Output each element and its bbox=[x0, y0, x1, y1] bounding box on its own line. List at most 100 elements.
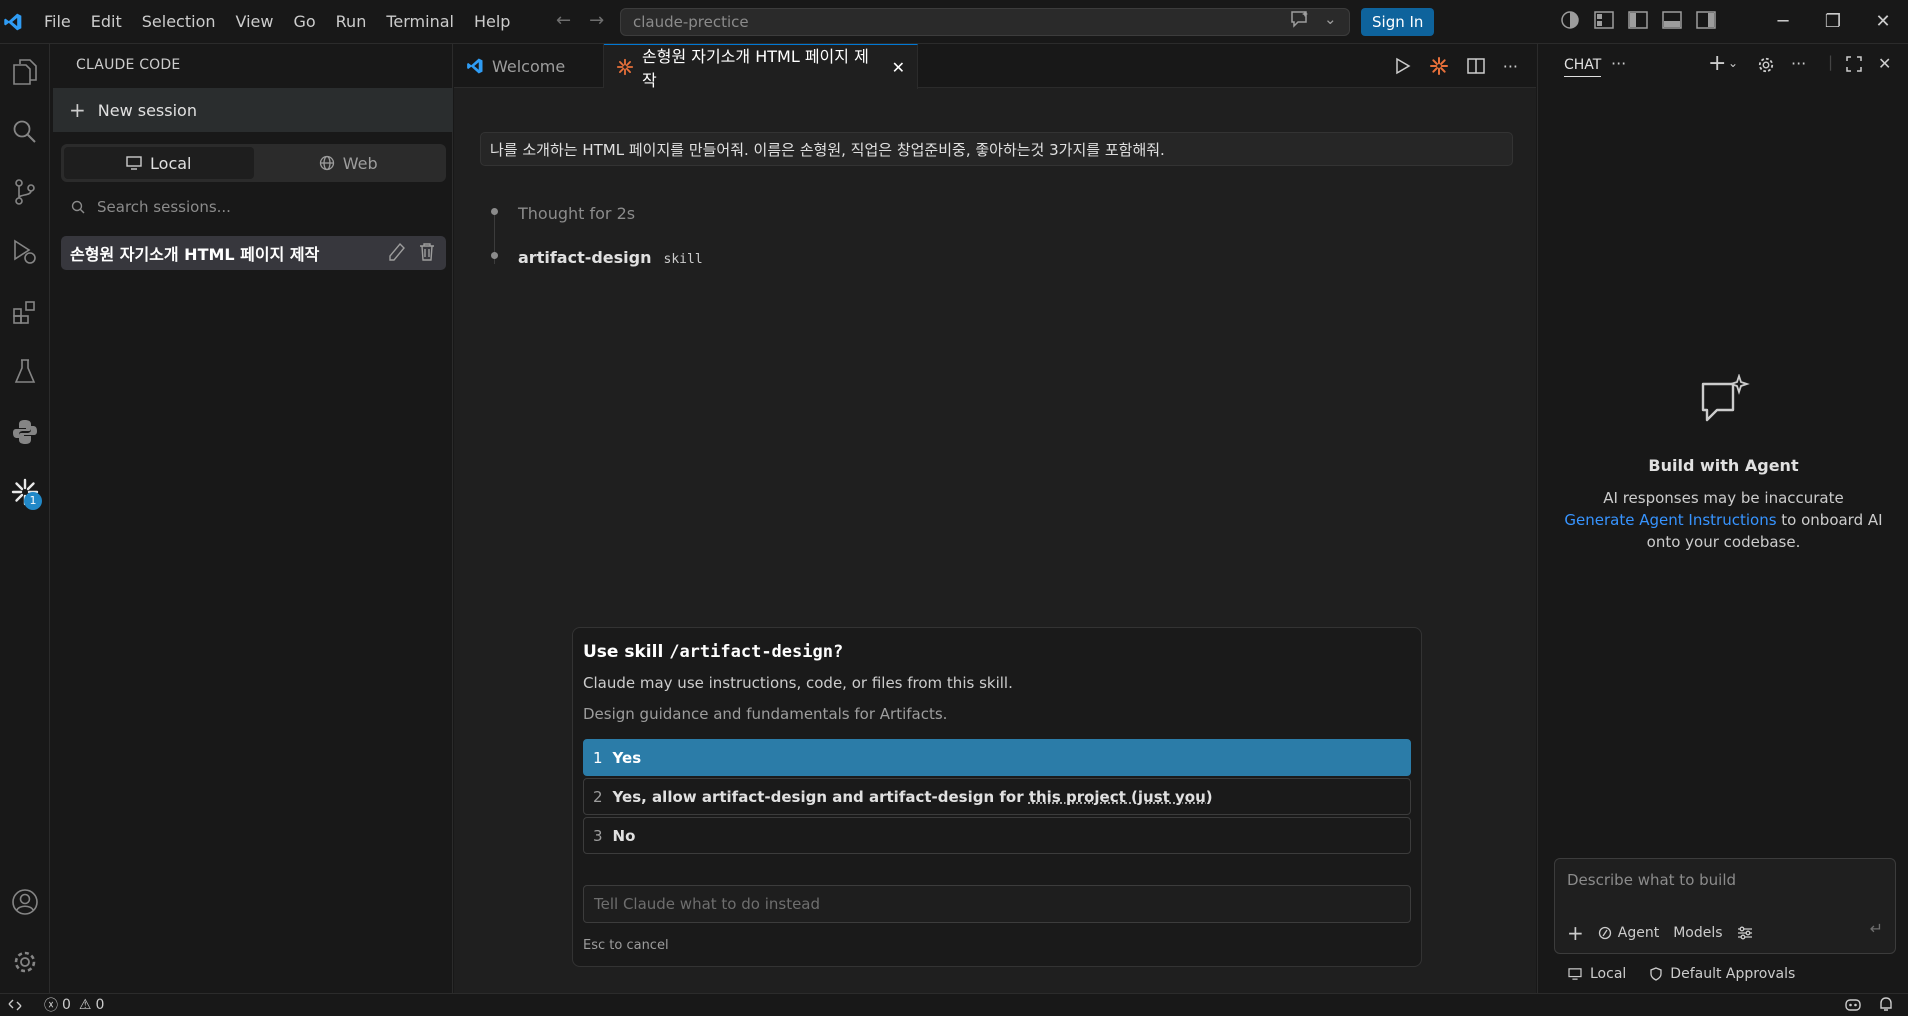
tab-welcome[interactable]: Welcome bbox=[454, 44, 604, 88]
option-label: Yes bbox=[612, 748, 642, 767]
minimize-icon[interactable]: ─ bbox=[1758, 0, 1808, 44]
copilot-chat-icon[interactable] bbox=[1290, 10, 1310, 28]
notifications-bell-icon[interactable] bbox=[1878, 996, 1894, 1012]
menu-run[interactable]: Run bbox=[326, 12, 377, 31]
chevron-down-icon[interactable]: ⌄ bbox=[1324, 10, 1337, 28]
rename-pencil-icon[interactable] bbox=[388, 242, 406, 262]
toggle-primary-sidebar-icon[interactable] bbox=[1628, 10, 1648, 30]
chat-onboard-text-2: onto your codebase. bbox=[1646, 533, 1801, 551]
editor-actions: ··· bbox=[1395, 56, 1518, 76]
chat-input-box[interactable]: Describe what to build + Agent Models ↵ bbox=[1554, 858, 1896, 954]
accounts-icon[interactable] bbox=[0, 878, 50, 926]
notification-badge: 1 bbox=[24, 492, 42, 510]
settings-gear-icon[interactable] bbox=[0, 938, 50, 986]
menu-help[interactable]: Help bbox=[464, 12, 520, 31]
option-number: 2 bbox=[593, 787, 603, 806]
generate-instructions-link[interactable]: Generate Agent Instructions bbox=[1564, 511, 1776, 529]
local-toggle-label: Local bbox=[150, 153, 192, 173]
claude-code-icon[interactable]: 1 bbox=[0, 468, 50, 516]
chat-onboard-text: to onboard AI bbox=[1776, 511, 1883, 529]
close-tab-icon[interactable]: ✕ bbox=[892, 58, 905, 77]
run-play-icon[interactable] bbox=[1395, 57, 1411, 75]
delete-trash-icon[interactable] bbox=[418, 242, 436, 262]
back-arrow-icon[interactable]: ← bbox=[556, 10, 571, 31]
timeline-dot bbox=[491, 208, 498, 215]
chat-settings-gear-icon[interactable] bbox=[1757, 56, 1775, 74]
explorer-icon[interactable] bbox=[0, 48, 50, 96]
tab-claude-session[interactable]: 손형원 자기소개 HTML 페이지 제작 ✕ bbox=[604, 44, 918, 90]
default-approvals-button[interactable]: Default Approvals bbox=[1650, 966, 1795, 982]
agent-mode-button[interactable]: Agent bbox=[1598, 925, 1659, 941]
search-sessions-placeholder: Search sessions... bbox=[97, 198, 231, 216]
toggle-secondary-sidebar-icon[interactable] bbox=[1696, 10, 1716, 30]
forward-arrow-icon[interactable]: → bbox=[589, 10, 604, 31]
chat-empty-state: Build with Agent AI responses may be ina… bbox=[1538, 374, 1908, 553]
send-enter-icon[interactable]: ↵ bbox=[1870, 919, 1883, 938]
extensions-icon[interactable] bbox=[0, 288, 50, 336]
accounts-copilot-icon[interactable] bbox=[1560, 10, 1580, 30]
option-no[interactable]: 3 No bbox=[583, 817, 1411, 854]
option-yes[interactable]: 1 Yes bbox=[583, 739, 1411, 776]
run-debug-icon[interactable] bbox=[0, 228, 50, 276]
option-allow-project[interactable]: 2 Yes, allow artifact-design and artifac… bbox=[583, 778, 1411, 815]
skill-tag: skill bbox=[663, 252, 703, 267]
restore-icon[interactable]: ❐ bbox=[1808, 0, 1858, 44]
chat-local-button[interactable]: Local bbox=[1568, 966, 1626, 982]
thought-status[interactable]: Thought for 2s bbox=[518, 204, 635, 223]
session-list-item[interactable]: 손형원 자기소개 HTML 페이지 제작 bbox=[61, 236, 446, 270]
chat-footer: Local Default Approvals bbox=[1568, 966, 1795, 982]
chat-panel: CHAT ··· + ⌄ ··· | ✕ Build with Agent AI… bbox=[1537, 44, 1908, 993]
menu-selection[interactable]: Selection bbox=[132, 12, 226, 31]
claude-spark-icon[interactable] bbox=[1429, 56, 1449, 76]
alternative-instruction-input[interactable]: Tell Claude what to do instead bbox=[583, 885, 1411, 923]
add-context-plus-icon[interactable]: + bbox=[1567, 921, 1584, 945]
globe-icon bbox=[319, 155, 335, 171]
dialog-title-skill: /artifact-design? bbox=[669, 642, 844, 662]
sidebar-title: CLAUDE CODE bbox=[76, 57, 181, 73]
warning-icon: ⚠ bbox=[78, 997, 92, 1013]
menu-terminal[interactable]: Terminal bbox=[376, 12, 464, 31]
tab-chat[interactable]: CHAT bbox=[1564, 57, 1602, 77]
more-actions-icon[interactable]: ··· bbox=[1503, 57, 1518, 76]
maximize-icon[interactable] bbox=[1846, 56, 1862, 72]
chat-overflow-icon[interactable]: ··· bbox=[1791, 54, 1806, 73]
search-icon[interactable] bbox=[0, 108, 50, 156]
search-icon bbox=[71, 200, 85, 214]
python-icon[interactable] bbox=[0, 408, 50, 456]
new-chat-plus-icon[interactable]: + bbox=[1708, 51, 1726, 76]
skill-name: artifact-design bbox=[518, 248, 652, 267]
testing-flask-icon[interactable] bbox=[0, 348, 50, 396]
local-toggle-button[interactable]: Local bbox=[64, 147, 254, 179]
error-count: 0 bbox=[62, 997, 71, 1013]
chat-header: CHAT ··· + ⌄ ··· | ✕ bbox=[1538, 44, 1908, 88]
remote-icon[interactable] bbox=[8, 998, 22, 1012]
monitor-icon bbox=[126, 156, 142, 170]
menu-file[interactable]: File bbox=[34, 12, 81, 31]
menu-view[interactable]: View bbox=[226, 12, 284, 31]
web-toggle-button[interactable]: Web bbox=[254, 147, 444, 179]
toggle-panel-icon[interactable] bbox=[1662, 10, 1682, 30]
problems-status[interactable]: ⓧ 0 ⚠ 0 bbox=[44, 995, 104, 1015]
copilot-status-icon[interactable] bbox=[1844, 996, 1862, 1012]
new-session-button[interactable]: + New session bbox=[53, 88, 453, 132]
command-center-input[interactable]: claude-prectice bbox=[620, 8, 1350, 36]
status-bar: ⓧ 0 ⚠ 0 bbox=[0, 993, 1908, 1016]
sign-in-button[interactable]: Sign In bbox=[1361, 8, 1435, 36]
menu-edit[interactable]: Edit bbox=[81, 12, 132, 31]
split-editor-icon[interactable] bbox=[1466, 58, 1485, 74]
source-control-icon[interactable] bbox=[0, 168, 50, 216]
menu-go[interactable]: Go bbox=[283, 12, 325, 31]
esc-hint: Esc to cancel bbox=[583, 938, 669, 953]
chevron-down-icon[interactable]: ⌄ bbox=[1728, 56, 1738, 70]
customize-layout-icon[interactable] bbox=[1594, 10, 1614, 30]
chat-input-placeholder: Describe what to build bbox=[1567, 871, 1737, 889]
close-window-icon[interactable]: ✕ bbox=[1858, 0, 1908, 44]
chat-input-toolbar: + Agent Models bbox=[1567, 921, 1753, 945]
search-sessions-input[interactable]: Search sessions... bbox=[71, 198, 231, 216]
tools-sliders-icon[interactable] bbox=[1737, 926, 1753, 940]
chat-more-icon[interactable]: ··· bbox=[1611, 54, 1626, 73]
claude-code-sidebar: CLAUDE CODE + New session Local Web Sear… bbox=[51, 44, 453, 993]
default-approvals-label: Default Approvals bbox=[1670, 966, 1796, 982]
close-panel-icon[interactable]: ✕ bbox=[1878, 54, 1891, 73]
models-button[interactable]: Models bbox=[1673, 925, 1722, 941]
